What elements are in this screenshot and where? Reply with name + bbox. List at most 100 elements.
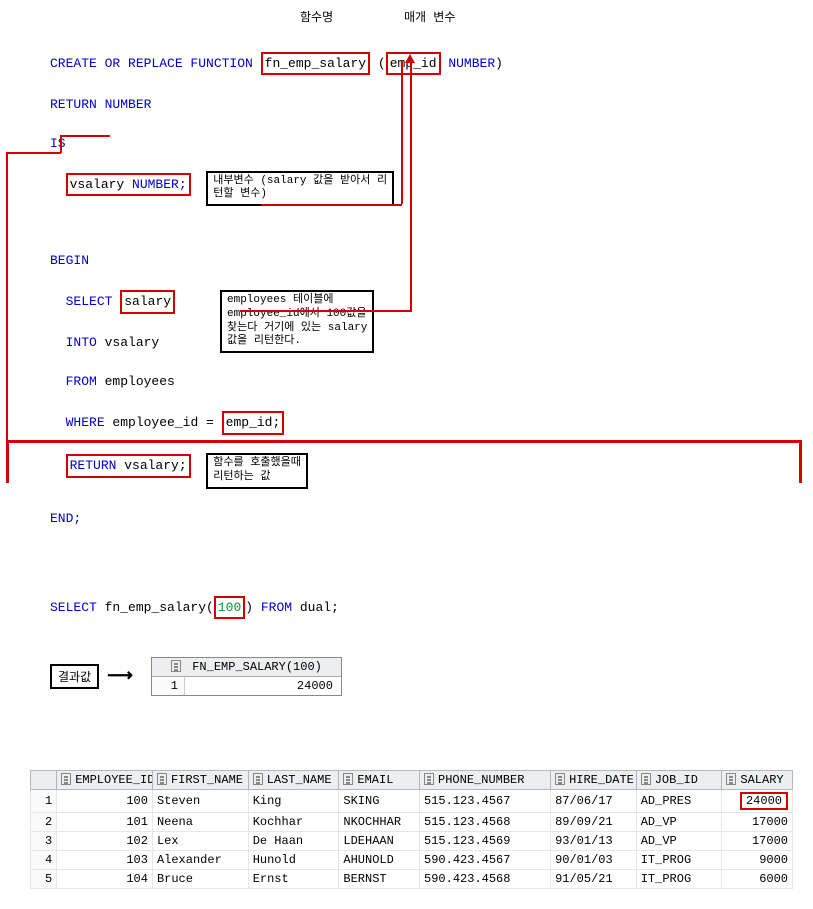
column-icon	[424, 773, 434, 785]
red-connector-left-v	[6, 152, 8, 442]
row-index: 1	[31, 789, 57, 812]
cell-first-name: Neena	[152, 812, 248, 831]
cell-hire-date: 91/05/21	[551, 869, 637, 888]
cell-job-id: IT_PROG	[636, 850, 722, 869]
cell-phone: 590.423.4567	[420, 850, 551, 869]
txt-dual: dual;	[292, 600, 339, 615]
table-row[interactable]: 2101NeenaKochharNKOCHHAR515.123.456889/0…	[31, 812, 793, 831]
cell-phone: 515.123.4569	[420, 831, 551, 850]
cell-salary: 9000	[722, 850, 793, 869]
cell-salary: 24000	[722, 789, 793, 812]
box-salary-24000: 24000	[740, 792, 788, 810]
note-internal-variable: 내부변수 (salary 값을 받아서 리턴할 변수)	[206, 171, 394, 207]
cell-last-name: Ernst	[248, 869, 339, 888]
cell-hire-date: 90/01/03	[551, 850, 637, 869]
txt-where-cond: employee_id =	[105, 415, 222, 430]
arrow-icon: ⟶	[107, 665, 133, 687]
table-row[interactable]: 5104BruceErnstBERNST590.423.456891/05/21…	[31, 869, 793, 888]
column-icon	[253, 773, 263, 785]
kw-return-number: RETURN NUMBER	[50, 97, 151, 112]
cell-salary: 17000	[722, 812, 793, 831]
box-vsalary-declare: vsalary NUMBER;	[66, 173, 191, 197]
col-h-last-name[interactable]: LAST_NAME	[267, 773, 332, 787]
cell-phone: 590.423.4568	[420, 869, 551, 888]
column-icon	[171, 660, 181, 672]
cell-first-name: Bruce	[152, 869, 248, 888]
cell-first-name: Steven	[152, 789, 248, 812]
cell-email: LDEHAAN	[339, 831, 420, 850]
col-h-email[interactable]: EMAIL	[357, 773, 393, 787]
col-h-first-name[interactable]: FIRST_NAME	[171, 773, 243, 787]
paren-close: )	[495, 56, 503, 71]
plsql-code: CREATE OR REPLACE FUNCTION fn_emp_salary…	[50, 32, 793, 639]
cell-salary: 17000	[722, 831, 793, 850]
result-row-idx: 1	[152, 677, 185, 695]
col-h-hire-date[interactable]: HIRE_DATE	[569, 773, 634, 787]
cell-hire-date: 93/01/13	[551, 831, 637, 850]
cell-employee-id: 103	[57, 850, 153, 869]
cell-job-id: IT_PROG	[636, 869, 722, 888]
box-salary-col: salary	[120, 290, 175, 314]
cell-hire-date: 87/06/17	[551, 789, 637, 812]
cell-phone: 515.123.4567	[420, 789, 551, 812]
note-return-value: 함수를 호출했을때리턴하는 값	[206, 453, 308, 489]
table-row[interactable]: 4103AlexanderHunoldAHUNOLD590.423.456790…	[31, 850, 793, 869]
kw-into: INTO	[66, 335, 97, 350]
cell-salary: 6000	[722, 869, 793, 888]
col-h-phone[interactable]: PHONE_NUMBER	[438, 773, 524, 787]
row-index: 3	[31, 831, 57, 850]
box-return-stmt: RETURN vsalary;	[66, 454, 191, 478]
row-index: 2	[31, 812, 57, 831]
col-h-job-id[interactable]: JOB_ID	[655, 773, 698, 787]
box-function-name: fn_emp_salary	[261, 52, 370, 76]
column-icon	[61, 773, 71, 785]
txt-vsalary-into: vsalary	[97, 335, 159, 350]
kw-select: SELECT	[66, 294, 113, 309]
box-emp-id-ref: emp_id;	[222, 411, 285, 435]
cell-last-name: Hunold	[248, 850, 339, 869]
col-h-employee-id[interactable]: EMPLOYEE_ID	[75, 773, 152, 787]
table-row[interactable]: 3102LexDe HaanLDEHAAN515.123.456993/01/1…	[31, 831, 793, 850]
employees-table: EMPLOYEE_ID FIRST_NAME LAST_NAME EMAIL P…	[30, 770, 793, 889]
paren-open: (	[378, 56, 386, 71]
cell-hire-date: 89/09/21	[551, 812, 637, 831]
kw-is: IS	[50, 136, 66, 151]
cell-email: NKOCHHAR	[339, 812, 420, 831]
cell-email: SKING	[339, 789, 420, 812]
column-icon	[555, 773, 565, 785]
cell-first-name: Lex	[152, 831, 248, 850]
cell-employee-id: 102	[57, 831, 153, 850]
column-icon	[641, 773, 651, 785]
cell-job-id: AD_PRES	[636, 789, 722, 812]
row-index: 4	[31, 850, 57, 869]
result-grid: FN_EMP_SALARY(100) 1 24000	[151, 657, 342, 696]
txt-call-fn-post: )	[245, 600, 261, 615]
box-parameter: emp_id	[386, 52, 441, 76]
result-row: 결과값 ⟶ FN_EMP_SALARY(100) 1 24000	[50, 657, 793, 696]
kw-end: END;	[50, 511, 81, 526]
cell-employee-id: 104	[57, 869, 153, 888]
txt-employees: employees	[97, 374, 175, 389]
kw-from: FROM	[66, 374, 97, 389]
result-row-value: 24000	[185, 677, 341, 695]
note-query-explain: employees 테이블에employee_id에서 100값을찾는다 거기에…	[220, 290, 374, 353]
cell-job-id: AD_VP	[636, 831, 722, 850]
table-row[interactable]: 1100StevenKingSKING515.123.456787/06/17A…	[31, 789, 793, 812]
cell-last-name: King	[248, 789, 339, 812]
box-arg-100: 100	[214, 596, 245, 620]
label-result: 결과값	[50, 664, 99, 689]
cell-email: BERNST	[339, 869, 420, 888]
result-grid-header: FN_EMP_SALARY(100)	[192, 660, 322, 674]
kw-where: WHERE	[66, 415, 105, 430]
col-h-salary[interactable]: SALARY	[740, 773, 783, 787]
kw-begin: BEGIN	[50, 253, 89, 268]
cell-last-name: Kochhar	[248, 812, 339, 831]
column-icon	[157, 773, 167, 785]
cell-employee-id: 101	[57, 812, 153, 831]
cell-last-name: De Haan	[248, 831, 339, 850]
cell-email: AHUNOLD	[339, 850, 420, 869]
kw-param-type: NUMBER	[441, 56, 496, 71]
kw-select-call: SELECT	[50, 600, 97, 615]
cell-job-id: AD_VP	[636, 812, 722, 831]
column-icon	[726, 773, 736, 785]
